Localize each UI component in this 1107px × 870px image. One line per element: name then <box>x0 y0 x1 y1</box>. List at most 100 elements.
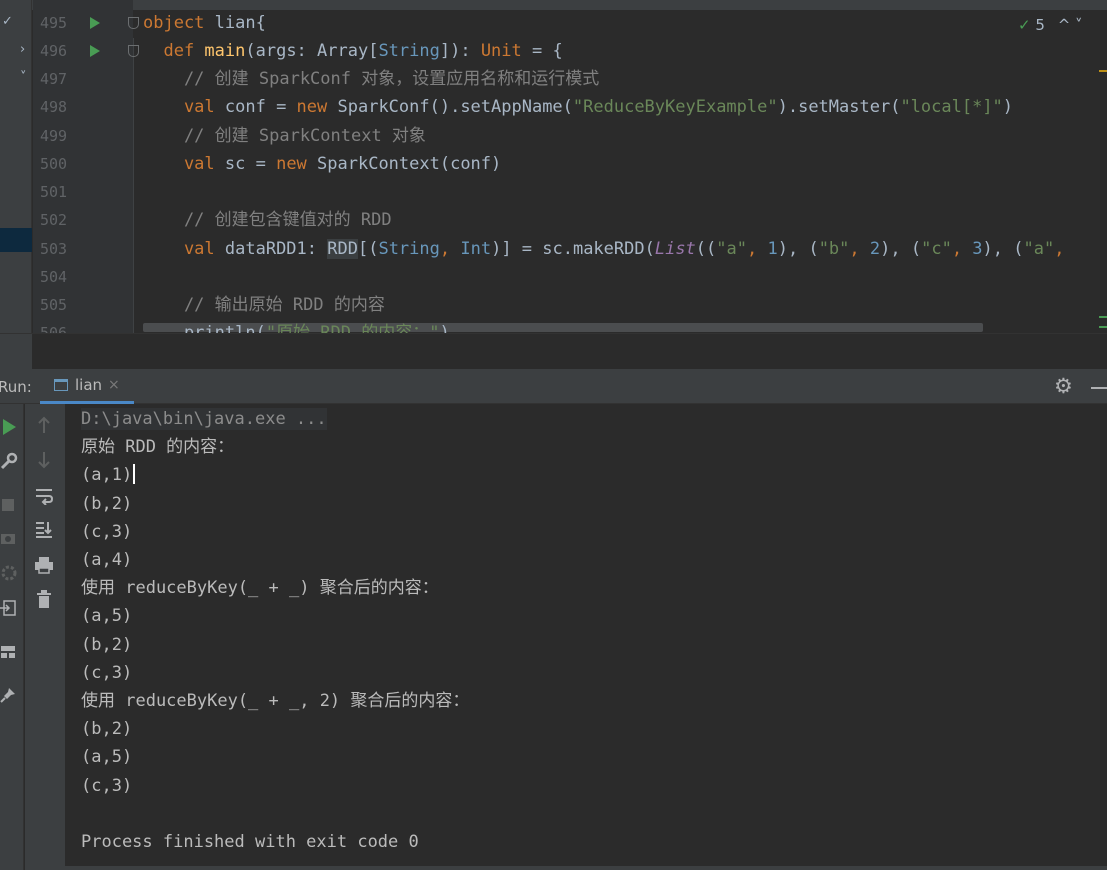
run-main-icon[interactable] <box>90 45 100 57</box>
process-exit-line: Process finished with exit code 0 <box>81 831 419 853</box>
code-token: val <box>143 97 225 117</box>
code-token: object <box>143 13 215 33</box>
line-number: 497 <box>40 70 68 88</box>
code-line[interactable]: object lian{ <box>143 13 266 33</box>
inspection-count: 5 <box>1035 16 1045 34</box>
code-token: RDD <box>327 239 358 259</box>
code-line[interactable]: println("原始 RDD 的内容：") <box>143 323 450 333</box>
console-bottom-edge <box>65 866 1107 870</box>
soft-wrap-icon[interactable] <box>35 487 53 505</box>
code-token: [( <box>357 239 379 259</box>
pin-icon[interactable] <box>0 687 16 703</box>
gear-icon[interactable]: ⚙ <box>1054 374 1073 398</box>
line-number: 499 <box>40 127 68 145</box>
run-toolwindow-header: Run: lian × ⚙ <box>0 369 1107 404</box>
chevron-right-icon[interactable]: › <box>20 42 25 57</box>
code-token: new <box>296 97 338 117</box>
login-icon[interactable] <box>0 600 16 616</box>
code-editor[interactable]: ✓ › ˅ ✓ 5 ^ ˅ 495 496 497 498 499 500 501 502 50… <box>0 0 1107 333</box>
code-token: "local[*]" <box>900 97 1003 117</box>
print-icon[interactable] <box>34 556 54 574</box>
console-line: (c,3) <box>81 521 132 543</box>
wrench-icon[interactable] <box>0 452 18 470</box>
chevron-down-icon[interactable]: ✓ <box>2 14 13 29</box>
console-line-text: (b,2) <box>81 634 133 655</box>
console-output[interactable]: D:\java\bin\java.exe ... 原始 RDD 的内容： (a,1)… <box>65 404 1107 870</box>
console-line: (b,2) <box>81 493 132 515</box>
divider-gutter <box>0 334 32 370</box>
editor-tab-strip <box>0 0 1107 10</box>
code-token: sc = <box>224 154 277 174</box>
down-arrow-icon[interactable] <box>37 451 51 469</box>
tab-lian[interactable]: lian × <box>40 369 134 404</box>
fold-guide <box>133 38 134 333</box>
console-line: (a,5) <box>81 605 132 627</box>
camera-icon[interactable] <box>0 530 16 546</box>
code-token: "b" <box>818 239 850 259</box>
code-token: SparkContext(conf) <box>317 154 502 174</box>
project-tree-selection <box>0 228 32 252</box>
tab-label: lian <box>75 376 103 394</box>
console-line-text: (a,5) <box>81 606 133 627</box>
line-number: 500 <box>40 155 68 173</box>
code-token: "a" <box>716 239 747 259</box>
change-marker[interactable] <box>1099 316 1107 328</box>
code-token: "原始 RDD 的内容：" <box>265 323 440 333</box>
code-token: ]): <box>439 41 481 61</box>
run-object-icon[interactable] <box>90 17 100 29</box>
inspection-nav-icons[interactable]: ^ ˅ <box>1058 16 1083 34</box>
close-icon[interactable]: × <box>108 377 120 393</box>
code-token: Int <box>460 239 492 259</box>
minimize-icon[interactable] <box>1091 387 1107 389</box>
code-token: // 创建 SparkContext 对象 <box>143 126 426 146</box>
warning-marker[interactable] <box>1099 70 1107 72</box>
console-line: (a,1) <box>81 464 136 486</box>
code-token: new <box>276 154 318 174</box>
line-number: 503 <box>40 240 68 258</box>
stop-icon[interactable] <box>2 499 14 511</box>
console-line-text: (c,3) <box>81 521 133 542</box>
code-token: ), ( <box>880 239 922 259</box>
code-token: , <box>1054 239 1065 259</box>
rerun-icon[interactable] <box>1 418 17 436</box>
chevron-down-icon[interactable]: ˅ <box>20 70 27 85</box>
console-line-text: 原始 RDD 的内容： <box>81 437 235 458</box>
settings-gear-icon[interactable] <box>0 564 18 582</box>
line-number: 502 <box>40 211 68 229</box>
code-token: main <box>204 41 246 61</box>
code-line[interactable]: val conf = new SparkConf().setAppName("R… <box>143 97 1013 117</box>
console-line: 使用 reduceByKey(_ + _) 聚合后的内容： <box>81 577 439 599</box>
run-toolbar-primary <box>0 404 24 870</box>
code-token: def <box>143 41 205 61</box>
run-label: Run: <box>0 378 32 396</box>
layout-icon[interactable] <box>0 644 16 660</box>
console-line: 使用 reduceByKey(_ + _, 2) 聚合后的内容： <box>81 690 469 712</box>
code-line[interactable]: val dataRDD1: RDD[(String, Int)] = sc.ma… <box>143 239 1064 259</box>
code-line[interactable]: def main(args: Array[String]): Unit = { <box>143 41 562 61</box>
console-line: (a,4) <box>81 549 132 571</box>
code-token: , <box>439 239 461 259</box>
panel-divider[interactable] <box>0 333 1107 370</box>
line-number: 504 <box>40 268 68 286</box>
project-tree-strip[interactable]: ✓ › ˅ <box>0 0 32 333</box>
code-line[interactable]: // 输出原始 RDD 的内容 <box>143 295 385 315</box>
fold-icon[interactable] <box>128 45 139 57</box>
inspection-widget[interactable]: ✓ 5 ^ ˅ <box>1018 16 1083 34</box>
trash-icon[interactable] <box>36 590 52 608</box>
code-line[interactable]: val sc = new SparkContext(conf) <box>143 154 501 174</box>
code-token: ), ( <box>982 239 1024 259</box>
code-line[interactable]: // 创建包含键值对的 RDD <box>143 210 392 230</box>
console-line: 原始 RDD 的内容： <box>81 436 234 458</box>
scroll-to-end-icon[interactable] <box>35 520 53 538</box>
console-icon <box>54 379 68 391</box>
code-line[interactable]: // 创建 SparkConf 对象，设置应用名称和运行模式 <box>143 69 599 89</box>
fold-icon[interactable] <box>128 17 139 29</box>
up-arrow-icon[interactable] <box>37 416 51 434</box>
console-line-text: (b,2) <box>81 719 133 740</box>
console-line-text: (b,2) <box>81 493 133 514</box>
code-token: "c" <box>921 239 952 259</box>
code-token: SparkConf().setAppName( <box>337 97 573 117</box>
code-line[interactable]: // 创建 SparkContext 对象 <box>143 126 426 146</box>
run-toolbar-secondary <box>25 404 65 870</box>
code-token: 2 <box>869 239 881 259</box>
